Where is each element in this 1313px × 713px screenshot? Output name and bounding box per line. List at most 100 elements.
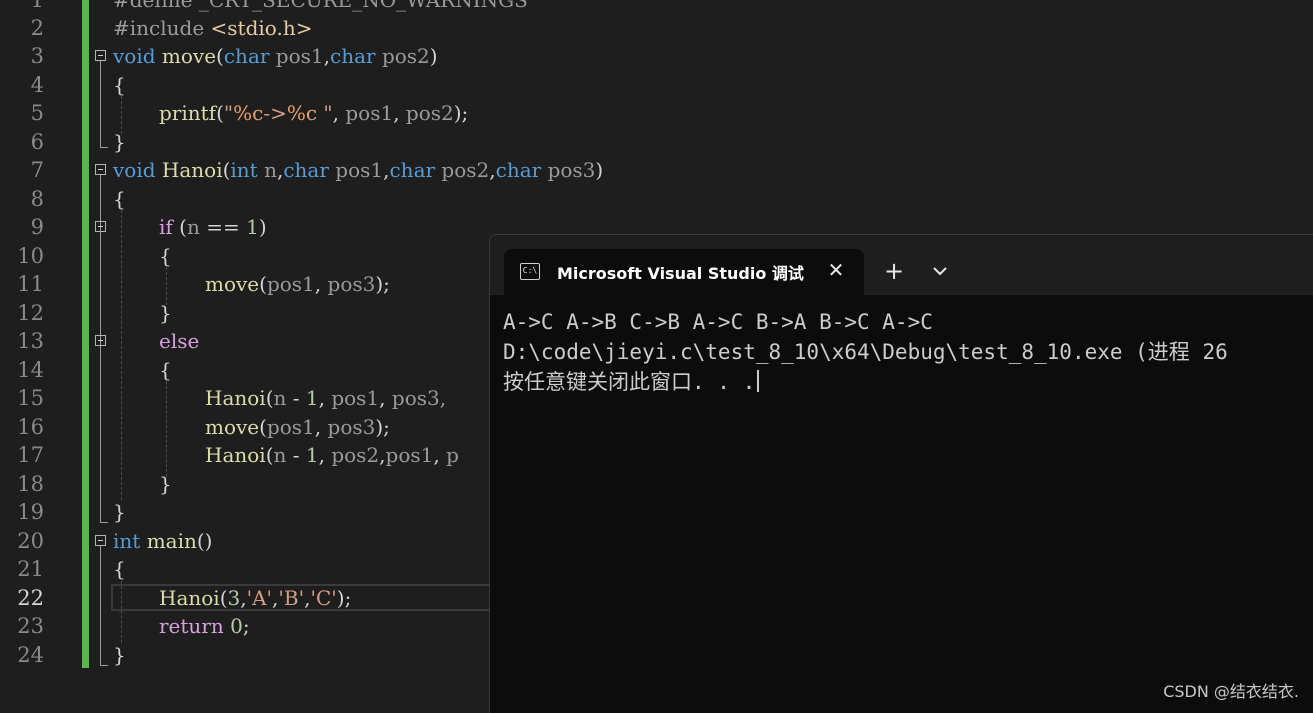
token: ( — [216, 44, 224, 68]
token: Hanoi — [161, 158, 223, 182]
code-line-7[interactable]: void Hanoi(int n,char pos1,char pos2,cha… — [113, 156, 603, 184]
token: pos1 — [335, 158, 384, 182]
code-line-15[interactable]: Hanoi(n - 1, pos1, pos3, — [113, 384, 446, 412]
line-number: 23 — [17, 614, 44, 638]
code-line-12[interactable]: } — [113, 299, 172, 327]
token: pos2 — [331, 443, 380, 467]
token: ( — [172, 215, 187, 239]
watermark: CSDN @结衣结衣. — [1163, 682, 1299, 701]
token: if — [159, 215, 173, 239]
line-number: 15 — [17, 386, 44, 410]
code-line-16[interactable]: move(pos1, pos3); — [113, 413, 390, 441]
token: ; — [242, 614, 250, 638]
collapse-icon[interactable] — [95, 50, 106, 61]
token: " — [223, 101, 234, 125]
code-line-14[interactable]: { — [113, 356, 172, 384]
code-line-2[interactable]: #include <stdio.h> — [113, 14, 312, 42]
token: #include — [113, 16, 211, 40]
token: ( — [265, 386, 274, 410]
token: pos3 — [327, 415, 376, 439]
chevron-down-icon[interactable] — [926, 257, 954, 285]
line-number: 2 — [30, 16, 44, 40]
line-number: 19 — [17, 500, 44, 524]
line-number: 9 — [30, 215, 44, 239]
text-cursor — [757, 370, 760, 392]
code-line-9[interactable]: if (n == 1) — [113, 213, 267, 241]
line-number: 10 — [17, 244, 44, 268]
line-number-active: 22 — [17, 586, 44, 610]
code-line-3[interactable]: void move(char pos1,char pos2) — [113, 42, 438, 70]
line-number: 20 — [17, 529, 44, 553]
line-number: 5 — [30, 101, 44, 125]
token: 'B' — [278, 586, 305, 610]
token: 1 — [305, 386, 319, 410]
token: char — [389, 158, 436, 182]
collapse-icon[interactable] — [95, 535, 106, 546]
code-line-6[interactable]: } — [113, 128, 126, 156]
token: return — [159, 614, 224, 638]
token: ( — [259, 272, 267, 296]
change-tracking-bar — [82, 0, 89, 668]
code-line-20[interactable]: int main() — [113, 527, 212, 555]
line-number: 13 — [17, 329, 44, 353]
token: { — [159, 244, 172, 268]
token: } — [113, 500, 126, 524]
token: pos1 — [266, 272, 315, 296]
token: ); — [375, 272, 390, 296]
token: () — [196, 529, 213, 553]
collapse-icon[interactable] — [95, 164, 106, 175]
code-line-18[interactable]: } — [113, 470, 172, 498]
code-line-19[interactable]: } — [113, 498, 126, 526]
token: , — [393, 101, 406, 125]
token: , — [379, 386, 392, 410]
terminal-output-line: 按任意键关闭此窗口. . . — [503, 367, 1313, 397]
code-line-24[interactable]: } — [113, 641, 126, 669]
token: #define — [113, 0, 199, 12]
terminal-window[interactable]: C:\ Microsoft Visual Studio 调试控制台 ✕ + A-… — [489, 234, 1313, 713]
terminal-tab[interactable]: C:\ Microsoft Visual Studio 调试控制台 ✕ — [504, 249, 864, 295]
code-line-10[interactable]: { — [113, 242, 172, 270]
line-number: 8 — [30, 187, 44, 211]
code-line-22[interactable]: Hanoi(3,'A','B','C'); — [113, 584, 351, 612]
token: -> — [263, 101, 287, 125]
code-line-1[interactable]: #define _CRT_SECURE_NO_WARNINGS — [113, 0, 528, 14]
token: , — [332, 101, 346, 125]
token: } — [159, 472, 172, 496]
code-line-13[interactable]: else — [113, 327, 199, 355]
token: ( — [265, 443, 274, 467]
code-line-8[interactable]: { — [113, 185, 126, 213]
token: n — [273, 386, 287, 410]
token: pos2 — [381, 44, 430, 68]
line-number-gutter: 1 2 3 4 5 6 7 8 9 10 11 12 13 14 15 16 1… — [0, 0, 80, 712]
console-icon: C:\ — [520, 263, 540, 280]
close-icon[interactable]: ✕ — [824, 257, 848, 283]
token: Hanoi — [205, 386, 266, 410]
token: , — [314, 272, 328, 296]
token: , — [433, 443, 447, 467]
collapse-icon[interactable] — [95, 221, 106, 232]
token: 1 — [246, 215, 259, 239]
token: { — [113, 73, 126, 97]
line-number: 12 — [17, 301, 44, 325]
code-line-21[interactable]: { — [113, 555, 126, 583]
token: pos2 — [405, 101, 454, 125]
token: else — [159, 329, 200, 353]
code-line-4[interactable]: { — [113, 71, 126, 99]
line-number: 11 — [17, 272, 44, 296]
token: %c — [233, 101, 264, 125]
line-number: 6 — [30, 130, 44, 154]
token: - — [286, 443, 306, 467]
token: ( — [259, 415, 267, 439]
code-line-23[interactable]: return 0; — [113, 612, 250, 640]
code-line-5[interactable]: printf("%c->%c ", pos1, pos2); — [113, 99, 468, 127]
token: , — [318, 443, 332, 467]
code-line-17[interactable]: Hanoi(n - 1, pos2,pos1, p — [113, 441, 459, 469]
token: } — [113, 643, 126, 667]
token: p — [446, 443, 459, 467]
line-number: 21 — [17, 557, 44, 581]
collapse-icon[interactable] — [95, 335, 106, 346]
token: , — [314, 415, 328, 439]
terminal-tab-bar: C:\ Microsoft Visual Studio 调试控制台 ✕ + — [490, 235, 1313, 295]
new-tab-icon[interactable]: + — [880, 257, 908, 285]
code-line-11[interactable]: move(pos1, pos3); — [113, 270, 390, 298]
